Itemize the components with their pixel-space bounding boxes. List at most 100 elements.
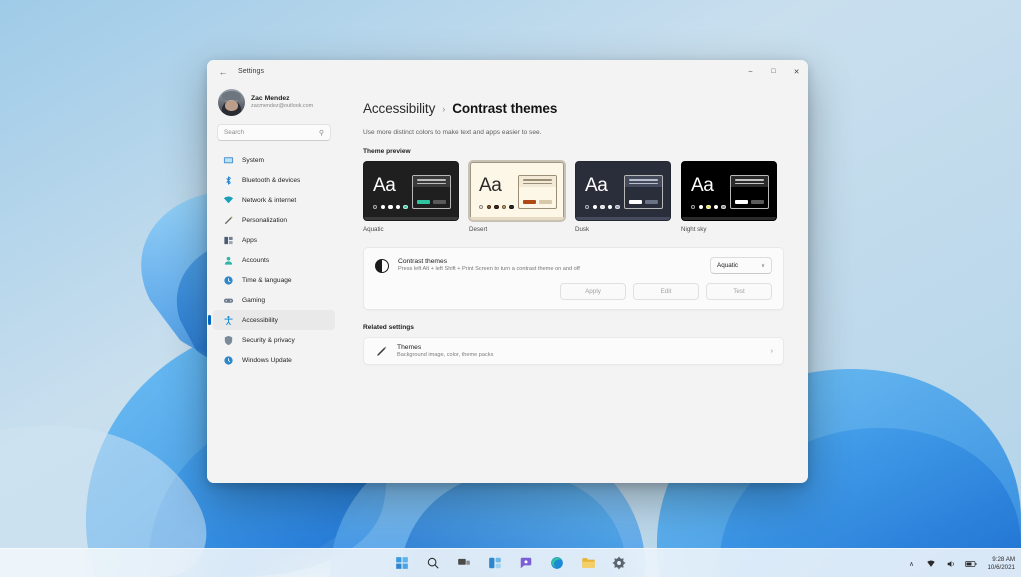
theme-color-dot xyxy=(721,204,726,209)
avatar xyxy=(218,89,245,116)
sidebar-item-label: Accounts xyxy=(242,256,270,264)
profile-block[interactable]: Zac Mendez zacmendez@outlook.com xyxy=(213,83,335,123)
theme-card-dusk[interactable]: Aa Dusk xyxy=(575,161,671,233)
breadcrumb-parent[interactable]: Accessibility xyxy=(363,101,435,116)
theme-card-window-mockup xyxy=(518,175,557,209)
theme-card-preview[interactable]: Aa xyxy=(363,161,459,221)
breadcrumb-separator-icon: › xyxy=(442,103,446,114)
theme-card-aa-sample: Aa xyxy=(373,175,396,196)
theme-card-color-dots xyxy=(373,204,408,209)
sidebar-item-system[interactable]: System xyxy=(213,150,335,170)
system-icon xyxy=(223,155,234,166)
sidebar-item-label: Windows Update xyxy=(242,356,292,364)
settings-icon[interactable] xyxy=(610,554,628,572)
search-input[interactable] xyxy=(224,129,315,136)
taskbar: ∧ 9:28 AM 10/6/2021 xyxy=(0,548,1021,577)
sidebar-item-accounts[interactable]: Accounts xyxy=(213,250,335,270)
apply-button[interactable]: Apply xyxy=(560,283,626,301)
profile-email: zacmendez@outlook.com xyxy=(251,103,314,110)
sidebar-item-accessibility[interactable]: Accessibility xyxy=(208,310,335,330)
window-title: Settings xyxy=(238,68,265,75)
contrast-themes-text: Contrast themes Press left Alt + left Sh… xyxy=(398,257,701,274)
sidebar-item-label: Network & internet xyxy=(242,196,297,204)
theme-card-desert[interactable]: Aa Desert xyxy=(468,160,566,233)
sidebar-item-bluetooth-devices[interactable]: Bluetooth & devices xyxy=(213,170,335,190)
themes-title: Themes xyxy=(397,343,422,351)
sidebar-item-time-language[interactable]: Time & language xyxy=(213,270,335,290)
mockup-button xyxy=(735,199,748,204)
themes-text: Themes Background image, color, theme pa… xyxy=(397,343,762,360)
theme-color-dot xyxy=(607,204,613,209)
close-button[interactable]: ✕ xyxy=(785,60,808,83)
bluetooth-icon xyxy=(223,175,234,186)
battery-icon[interactable] xyxy=(965,558,977,570)
sidebar-item-label: Bluetooth & devices xyxy=(242,176,301,184)
theme-color-dot xyxy=(585,204,590,209)
start-icon[interactable] xyxy=(393,554,411,572)
theme-color-dot xyxy=(403,204,408,209)
task-view-icon[interactable] xyxy=(455,554,473,572)
search-icon[interactable] xyxy=(424,554,442,572)
widgets-icon[interactable] xyxy=(486,554,504,572)
volume-icon[interactable] xyxy=(945,558,957,570)
window-titlebar: ← Settings – □ ✕ xyxy=(207,60,808,83)
network-icon xyxy=(223,195,234,206)
window-body: Zac Mendez zacmendez@outlook.com ⚲ Syste… xyxy=(207,83,808,483)
theme-card-label: Dusk xyxy=(575,226,590,233)
chevron-down-icon: ∨ xyxy=(760,262,765,269)
related-setting-themes[interactable]: Themes Background image, color, theme pa… xyxy=(363,337,784,366)
contrast-action-buttons: Apply Edit Test xyxy=(375,283,772,301)
wifi-icon[interactable] xyxy=(925,558,937,570)
theme-card-label: Aquatic xyxy=(363,226,384,233)
search-box[interactable]: ⚲ xyxy=(217,124,331,141)
chat-icon[interactable] xyxy=(517,554,535,572)
edge-icon[interactable] xyxy=(548,554,566,572)
page-description: Use more distinct colors to make text an… xyxy=(363,129,542,136)
edit-button[interactable]: Edit xyxy=(633,283,699,301)
theme-card-label: Desert xyxy=(469,226,488,233)
file-explorer-icon[interactable] xyxy=(579,554,597,572)
theme-card-preview[interactable]: Aa xyxy=(468,160,566,222)
theme-color-dot xyxy=(380,204,385,209)
theme-color-dot xyxy=(479,204,484,209)
sidebar-item-apps[interactable]: Apps xyxy=(213,230,335,250)
back-button[interactable]: ← xyxy=(215,64,231,79)
clock-date: 10/6/2021 xyxy=(987,563,1015,571)
taskbar-icons xyxy=(393,554,628,572)
minimize-button[interactable]: – xyxy=(739,60,762,83)
theme-color-dot xyxy=(388,204,393,209)
theme-card-window-mockup xyxy=(412,175,451,209)
mockup-button xyxy=(750,199,764,204)
clock-time: 9:28 AM xyxy=(992,555,1015,563)
theme-color-dot xyxy=(509,204,514,209)
gaming-controller-icon xyxy=(223,295,234,306)
sidebar: Zac Mendez zacmendez@outlook.com ⚲ Syste… xyxy=(207,83,341,483)
sidebar-item-gaming[interactable]: Gaming xyxy=(213,290,335,310)
search-icon: ⚲ xyxy=(318,129,324,137)
theme-card-aquatic[interactable]: Aa Aquatic xyxy=(363,161,459,233)
clock[interactable]: 9:28 AM 10/6/2021 xyxy=(985,556,1015,572)
theme-card-night-sky[interactable]: Aa Night sky xyxy=(681,161,777,233)
mockup-button xyxy=(523,199,536,204)
theme-card-aa-sample: Aa xyxy=(585,175,608,196)
maximize-button[interactable]: □ xyxy=(762,60,785,83)
themes-brush-icon xyxy=(374,344,388,358)
mockup-text-line xyxy=(523,178,552,181)
shield-icon xyxy=(223,335,234,346)
sidebar-item-security-privacy[interactable]: Security & privacy xyxy=(213,330,335,350)
theme-preview-cards: Aa Aquatic Aa Desert Aa Dusk Aa Night sky xyxy=(363,160,784,233)
theme-card-window-mockup xyxy=(730,175,769,209)
contrast-themes-title: Contrast themes xyxy=(398,258,448,265)
settings-window: ← Settings – □ ✕ Zac Mendez zacmendez@ou… xyxy=(207,60,808,483)
test-button[interactable]: Test xyxy=(706,283,772,301)
sidebar-item-network-internet[interactable]: Network & internet xyxy=(213,190,335,210)
sidebar-item-windows-update[interactable]: Windows Update xyxy=(213,350,335,370)
time-language-icon xyxy=(223,275,234,286)
theme-card-preview[interactable]: Aa xyxy=(681,161,777,221)
sidebar-item-label: Time & language xyxy=(242,276,292,284)
tray-chevron-up-icon[interactable]: ∧ xyxy=(905,558,917,570)
contrast-themes-card: Contrast themes Press left Alt + left Sh… xyxy=(363,247,784,311)
sidebar-item-personalization[interactable]: Personalization xyxy=(213,210,335,230)
theme-select-dropdown[interactable]: Aquatic ∨ xyxy=(710,257,772,275)
theme-card-preview[interactable]: Aa xyxy=(575,161,671,221)
